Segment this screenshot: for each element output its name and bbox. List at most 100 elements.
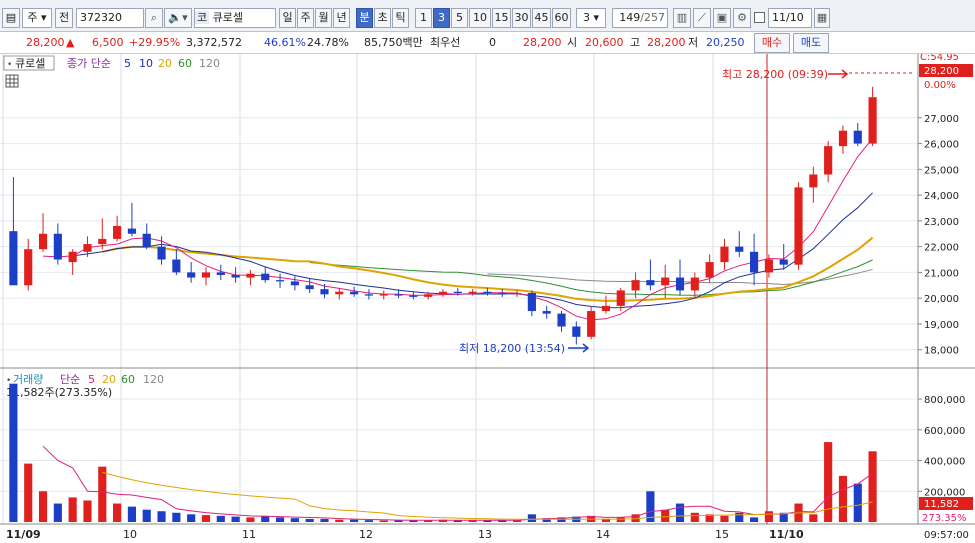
volume-current: 11,582주(273.35%) bbox=[6, 386, 112, 399]
candle-icon[interactable]: ▥ bbox=[673, 8, 691, 28]
minute-3[interactable]: 3 bbox=[433, 8, 450, 28]
change-value: 6,500 bbox=[92, 36, 124, 49]
ma-legend-label: 종가 단순 bbox=[67, 57, 111, 70]
volume-bar bbox=[98, 466, 107, 522]
minute-30[interactable]: 30 bbox=[512, 8, 531, 28]
up-arrow-icon: ▲ bbox=[66, 36, 75, 49]
minute-45[interactable]: 45 bbox=[532, 8, 551, 28]
chart-icon[interactable]: ▤ bbox=[2, 8, 20, 28]
candle-body bbox=[764, 259, 773, 273]
stock-code-input[interactable]: 372320 bbox=[76, 8, 144, 28]
minute-10[interactable]: 10 bbox=[469, 8, 491, 28]
volume-tick-label: 600,000 bbox=[924, 426, 965, 437]
candle-body bbox=[794, 187, 803, 265]
volume-ratio: 46.61% bbox=[264, 36, 306, 49]
price-tick-label: 20,000 bbox=[924, 294, 959, 305]
candle-body bbox=[572, 326, 581, 337]
volume-bar bbox=[246, 517, 255, 522]
period-year[interactable]: 년 bbox=[333, 8, 350, 28]
minute-select[interactable]: 3 ▾ bbox=[576, 8, 606, 28]
volume-ma-label: 단순 bbox=[60, 373, 80, 386]
save-icon[interactable]: ▣ bbox=[713, 8, 731, 28]
x-tick-label: 15 bbox=[715, 528, 729, 541]
sell-button[interactable]: 매도 bbox=[793, 33, 829, 53]
volume-value-tag-text: 11,582 bbox=[924, 499, 959, 510]
volume-bar bbox=[720, 515, 729, 522]
stock-name-select[interactable]: 코 큐로셀 bbox=[194, 8, 276, 28]
candle-body bbox=[468, 291, 477, 294]
minute-5[interactable]: 5 bbox=[451, 8, 468, 28]
date-checkbox[interactable] bbox=[754, 12, 765, 23]
current-pct-tag: 0.00% bbox=[924, 80, 956, 91]
volume-bar bbox=[764, 511, 773, 522]
price-tick-label: 25,000 bbox=[924, 165, 959, 176]
candle-body bbox=[646, 280, 655, 286]
candle-body bbox=[68, 251, 77, 263]
volume-bar bbox=[290, 518, 299, 522]
candle-body bbox=[364, 294, 374, 296]
x-tick-label: 14 bbox=[596, 528, 610, 541]
prev-button[interactable]: 전 bbox=[55, 8, 73, 28]
speaker-icon[interactable]: 🔈▾ bbox=[164, 8, 192, 28]
candle-body bbox=[631, 280, 640, 291]
volume-bar bbox=[616, 517, 625, 522]
price-tick-label: 26,000 bbox=[924, 140, 959, 151]
volume-bar bbox=[172, 512, 181, 522]
vol-ma5-legend: 5 bbox=[88, 373, 95, 386]
vol-ma60-legend: 60 bbox=[121, 373, 135, 386]
volume-tick-label: 400,000 bbox=[924, 457, 965, 468]
candle-body bbox=[335, 291, 344, 295]
data-table-icon bbox=[5, 74, 19, 88]
period-week[interactable]: 주 bbox=[297, 8, 314, 28]
x-tick-label: 11/09 bbox=[6, 528, 41, 541]
volume-pct-tag: 273.35% bbox=[922, 513, 967, 524]
date-input[interactable]: 11/10 bbox=[768, 8, 812, 28]
volume-bar bbox=[9, 383, 18, 522]
open-label: 시 bbox=[567, 36, 578, 49]
candle-body bbox=[438, 291, 448, 295]
period-month[interactable]: 월 bbox=[315, 8, 332, 28]
quote-bar: 28,200 ▲ 6,500 +29.95% 3,372,572 46.61% … bbox=[0, 32, 975, 54]
candle-body bbox=[483, 291, 492, 294]
line-draw-icon[interactable]: ⟋ bbox=[693, 8, 711, 28]
volume-bar bbox=[527, 514, 536, 522]
low-label: 저 bbox=[688, 36, 699, 49]
candle-body bbox=[527, 293, 536, 312]
volume-bar bbox=[275, 517, 285, 522]
price-tick-label: 19,000 bbox=[924, 320, 959, 331]
candle-body bbox=[201, 272, 211, 278]
tag-arrow-icon: • bbox=[7, 60, 12, 70]
minute-15[interactable]: 15 bbox=[492, 8, 511, 28]
volume-bar bbox=[675, 503, 685, 522]
period-minute[interactable]: 분 bbox=[356, 8, 373, 28]
volume-bar bbox=[350, 519, 359, 522]
volume-tick-label: 200,000 bbox=[924, 487, 965, 498]
pref-label: 최우선 bbox=[430, 36, 461, 49]
period-tick[interactable]: 틱 bbox=[392, 8, 409, 28]
candle-body bbox=[512, 293, 522, 295]
candle-body bbox=[838, 130, 848, 147]
period-second[interactable]: 초 bbox=[374, 8, 391, 28]
candle-body bbox=[24, 249, 33, 286]
page-counter[interactable]: 149/257 bbox=[612, 8, 668, 28]
volume-bar bbox=[809, 514, 818, 522]
candle-body bbox=[853, 130, 862, 144]
candle-body bbox=[38, 233, 48, 250]
calendar-icon[interactable]: ▦ bbox=[814, 8, 830, 28]
period-day[interactable]: 일 bbox=[279, 8, 296, 28]
candle-body bbox=[127, 228, 136, 234]
minute-1[interactable]: 1 bbox=[415, 8, 432, 28]
search-icon[interactable]: ⌕ bbox=[145, 8, 163, 28]
buy-button[interactable]: 매수 bbox=[754, 33, 790, 53]
candle-body bbox=[542, 311, 551, 314]
minute-60[interactable]: 60 bbox=[552, 8, 571, 28]
candle-body bbox=[779, 259, 788, 265]
gear-icon[interactable]: ⚙ bbox=[733, 8, 751, 28]
volume-bar bbox=[53, 503, 62, 522]
candle-body bbox=[675, 277, 685, 291]
candle-body bbox=[53, 233, 62, 260]
volume-bar bbox=[83, 500, 92, 522]
market-type-select[interactable]: 주 ▾ bbox=[22, 8, 52, 28]
volume-bar bbox=[231, 516, 240, 522]
price-volume-chart[interactable]: 큐로셀 • 종가 단순 5 10 20 60 120 최고 28,200 (09… bbox=[0, 54, 975, 543]
